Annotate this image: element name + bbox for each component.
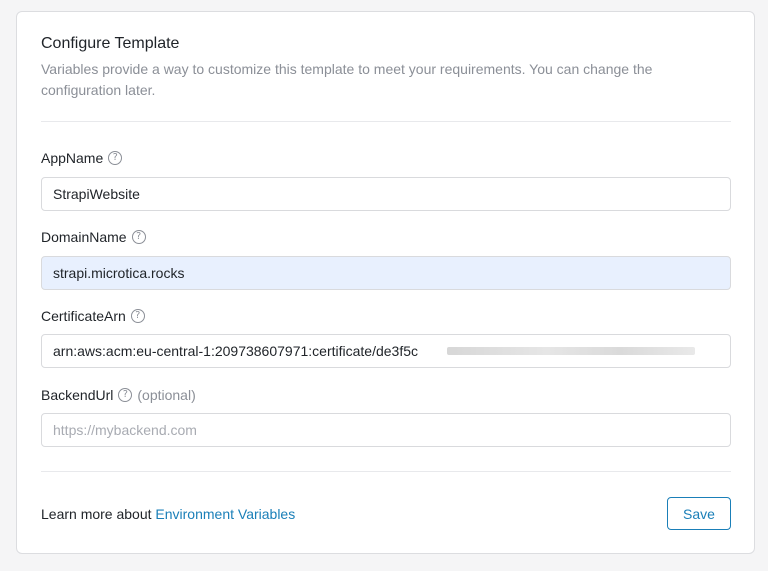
redaction-blur (447, 347, 695, 355)
form-description: Variables provide a way to customize thi… (41, 61, 653, 98)
question-circle-icon[interactable]: ? (131, 230, 146, 244)
question-circle-icon[interactable]: ? (108, 151, 123, 165)
backendurl-label-text: BackendUrl (41, 387, 114, 403)
learn-more-prefix: Learn more about (41, 506, 156, 522)
backendurl-label: BackendUrl ? (optional) (41, 387, 196, 403)
appname-input[interactable] (41, 177, 731, 211)
learn-more-text: Learn more about Environment Variables (41, 506, 295, 522)
environment-variables-link[interactable]: Environment Variables (155, 506, 295, 522)
question-circle-icon[interactable]: ? (118, 388, 133, 402)
question-circle-icon[interactable]: ? (130, 309, 145, 323)
footer-divider (41, 471, 731, 472)
domainname-label-text: DomainName (41, 229, 127, 245)
appname-label-text: AppName (41, 150, 104, 166)
domainname-input[interactable] (41, 256, 731, 290)
form-title: Configure Template (41, 35, 180, 52)
backendurl-input[interactable] (41, 413, 731, 447)
appname-label: AppName ? (41, 150, 123, 166)
certificatearn-label-text: CertificateArn (41, 308, 126, 324)
save-button[interactable]: Save (667, 497, 731, 530)
domainname-label: DomainName ? (41, 229, 146, 245)
optional-tag: (optional) (137, 387, 196, 403)
certificatearn-field (41, 334, 731, 368)
header-divider (41, 121, 731, 122)
certificatearn-label: CertificateArn ? (41, 308, 145, 324)
configure-template-card: Configure Template Variables provide a w… (16, 11, 755, 554)
